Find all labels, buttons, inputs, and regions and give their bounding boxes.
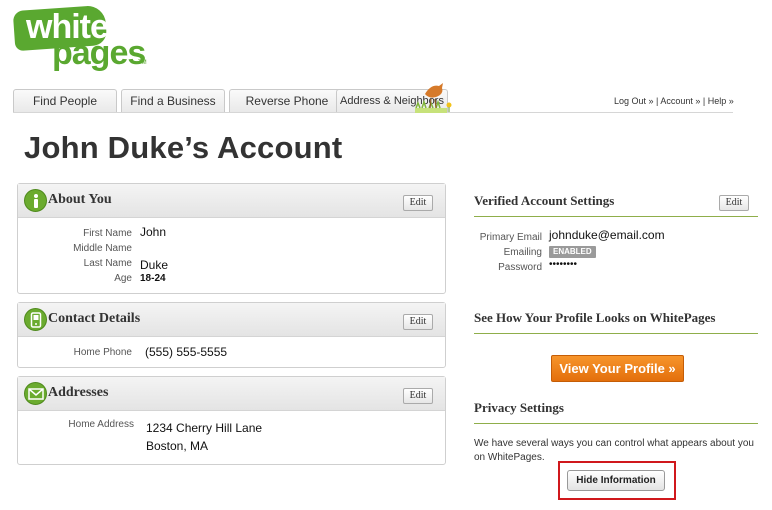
edit-contact-button[interactable]: Edit [403, 314, 433, 330]
logo-trademark: TM [138, 60, 147, 66]
primary-email-value: johnduke@email.com [549, 228, 665, 242]
about-you-panel: About You Edit First Name John Middle Na… [17, 183, 446, 294]
link-separator: » | [692, 96, 708, 106]
home-address-label: Home Address [68, 419, 134, 430]
age-value: 18-24 [140, 273, 166, 284]
help-link[interactable]: Help [708, 96, 727, 106]
first-name-label: First Name [83, 228, 132, 239]
whitepages-logo[interactable]: white pages TM [12, 4, 152, 72]
password-label: Password [498, 262, 542, 273]
tab-divider [13, 112, 733, 113]
info-icon [24, 189, 47, 212]
privacy-settings-heading: Privacy Settings [474, 400, 564, 415]
first-name-value: John [140, 225, 167, 239]
view-profile-button[interactable]: View Your Profile » [551, 355, 684, 382]
home-phone-label: Home Phone [73, 347, 132, 358]
panel-title: Addresses [48, 385, 109, 400]
link-separator: » | [646, 96, 661, 106]
panel-title: About You [48, 192, 112, 207]
logout-link[interactable]: Log Out [614, 96, 646, 106]
primary-email-label: Primary Email [479, 232, 542, 243]
age-label: Age [114, 273, 132, 284]
envelope-icon [24, 382, 47, 405]
section-divider [474, 333, 758, 334]
emailing-label: Emailing [503, 247, 542, 258]
address-line-2: Boston, MA [146, 439, 209, 453]
home-phone-value: (555) 555-5555 [145, 345, 228, 359]
logo-text-pages: pages [52, 34, 146, 72]
tab-find-people[interactable]: Find People [13, 89, 117, 112]
verified-settings-heading: Verified Account Settings [474, 193, 615, 208]
last-name-label: Last Name [83, 258, 132, 269]
hide-information-button[interactable]: Hide Information [567, 470, 665, 491]
emailing-status-badge: ENABLED [549, 246, 596, 258]
panel-title: Contact Details [48, 311, 141, 326]
phone-icon [24, 308, 47, 331]
middle-name-label: Middle Name [73, 243, 132, 254]
page-title: John Duke’s Account [24, 130, 343, 165]
account-link[interactable]: Account [660, 96, 693, 106]
tab-find-a-business[interactable]: Find a Business [121, 89, 225, 112]
link-separator: » [726, 96, 734, 106]
tab-reverse-phone[interactable]: Reverse Phone [229, 89, 345, 112]
addresses-panel: Addresses Edit Home Address 1234 Cherry … [17, 376, 446, 465]
contact-details-panel: Contact Details Edit Home Phone (555) 55… [17, 302, 446, 368]
bird-mascot-icon [415, 83, 452, 113]
edit-verified-button[interactable]: Edit [719, 195, 749, 211]
last-name-value: Duke [140, 258, 169, 272]
address-line-1: 1234 Cherry Hill Lane [146, 421, 263, 435]
account-links: Log Out » | Account » | Help » [614, 96, 734, 106]
edit-addresses-button[interactable]: Edit [403, 388, 433, 404]
profile-preview-heading: See How Your Profile Looks on WhitePages [474, 310, 716, 325]
edit-about-button[interactable]: Edit [403, 195, 433, 211]
panel-header: Addresses Edit [18, 377, 445, 411]
password-value: •••••••• [549, 259, 578, 270]
panel-header: About You Edit [18, 184, 445, 218]
panel-header: Contact Details Edit [18, 303, 445, 337]
section-divider [474, 216, 758, 217]
section-divider [474, 423, 758, 424]
